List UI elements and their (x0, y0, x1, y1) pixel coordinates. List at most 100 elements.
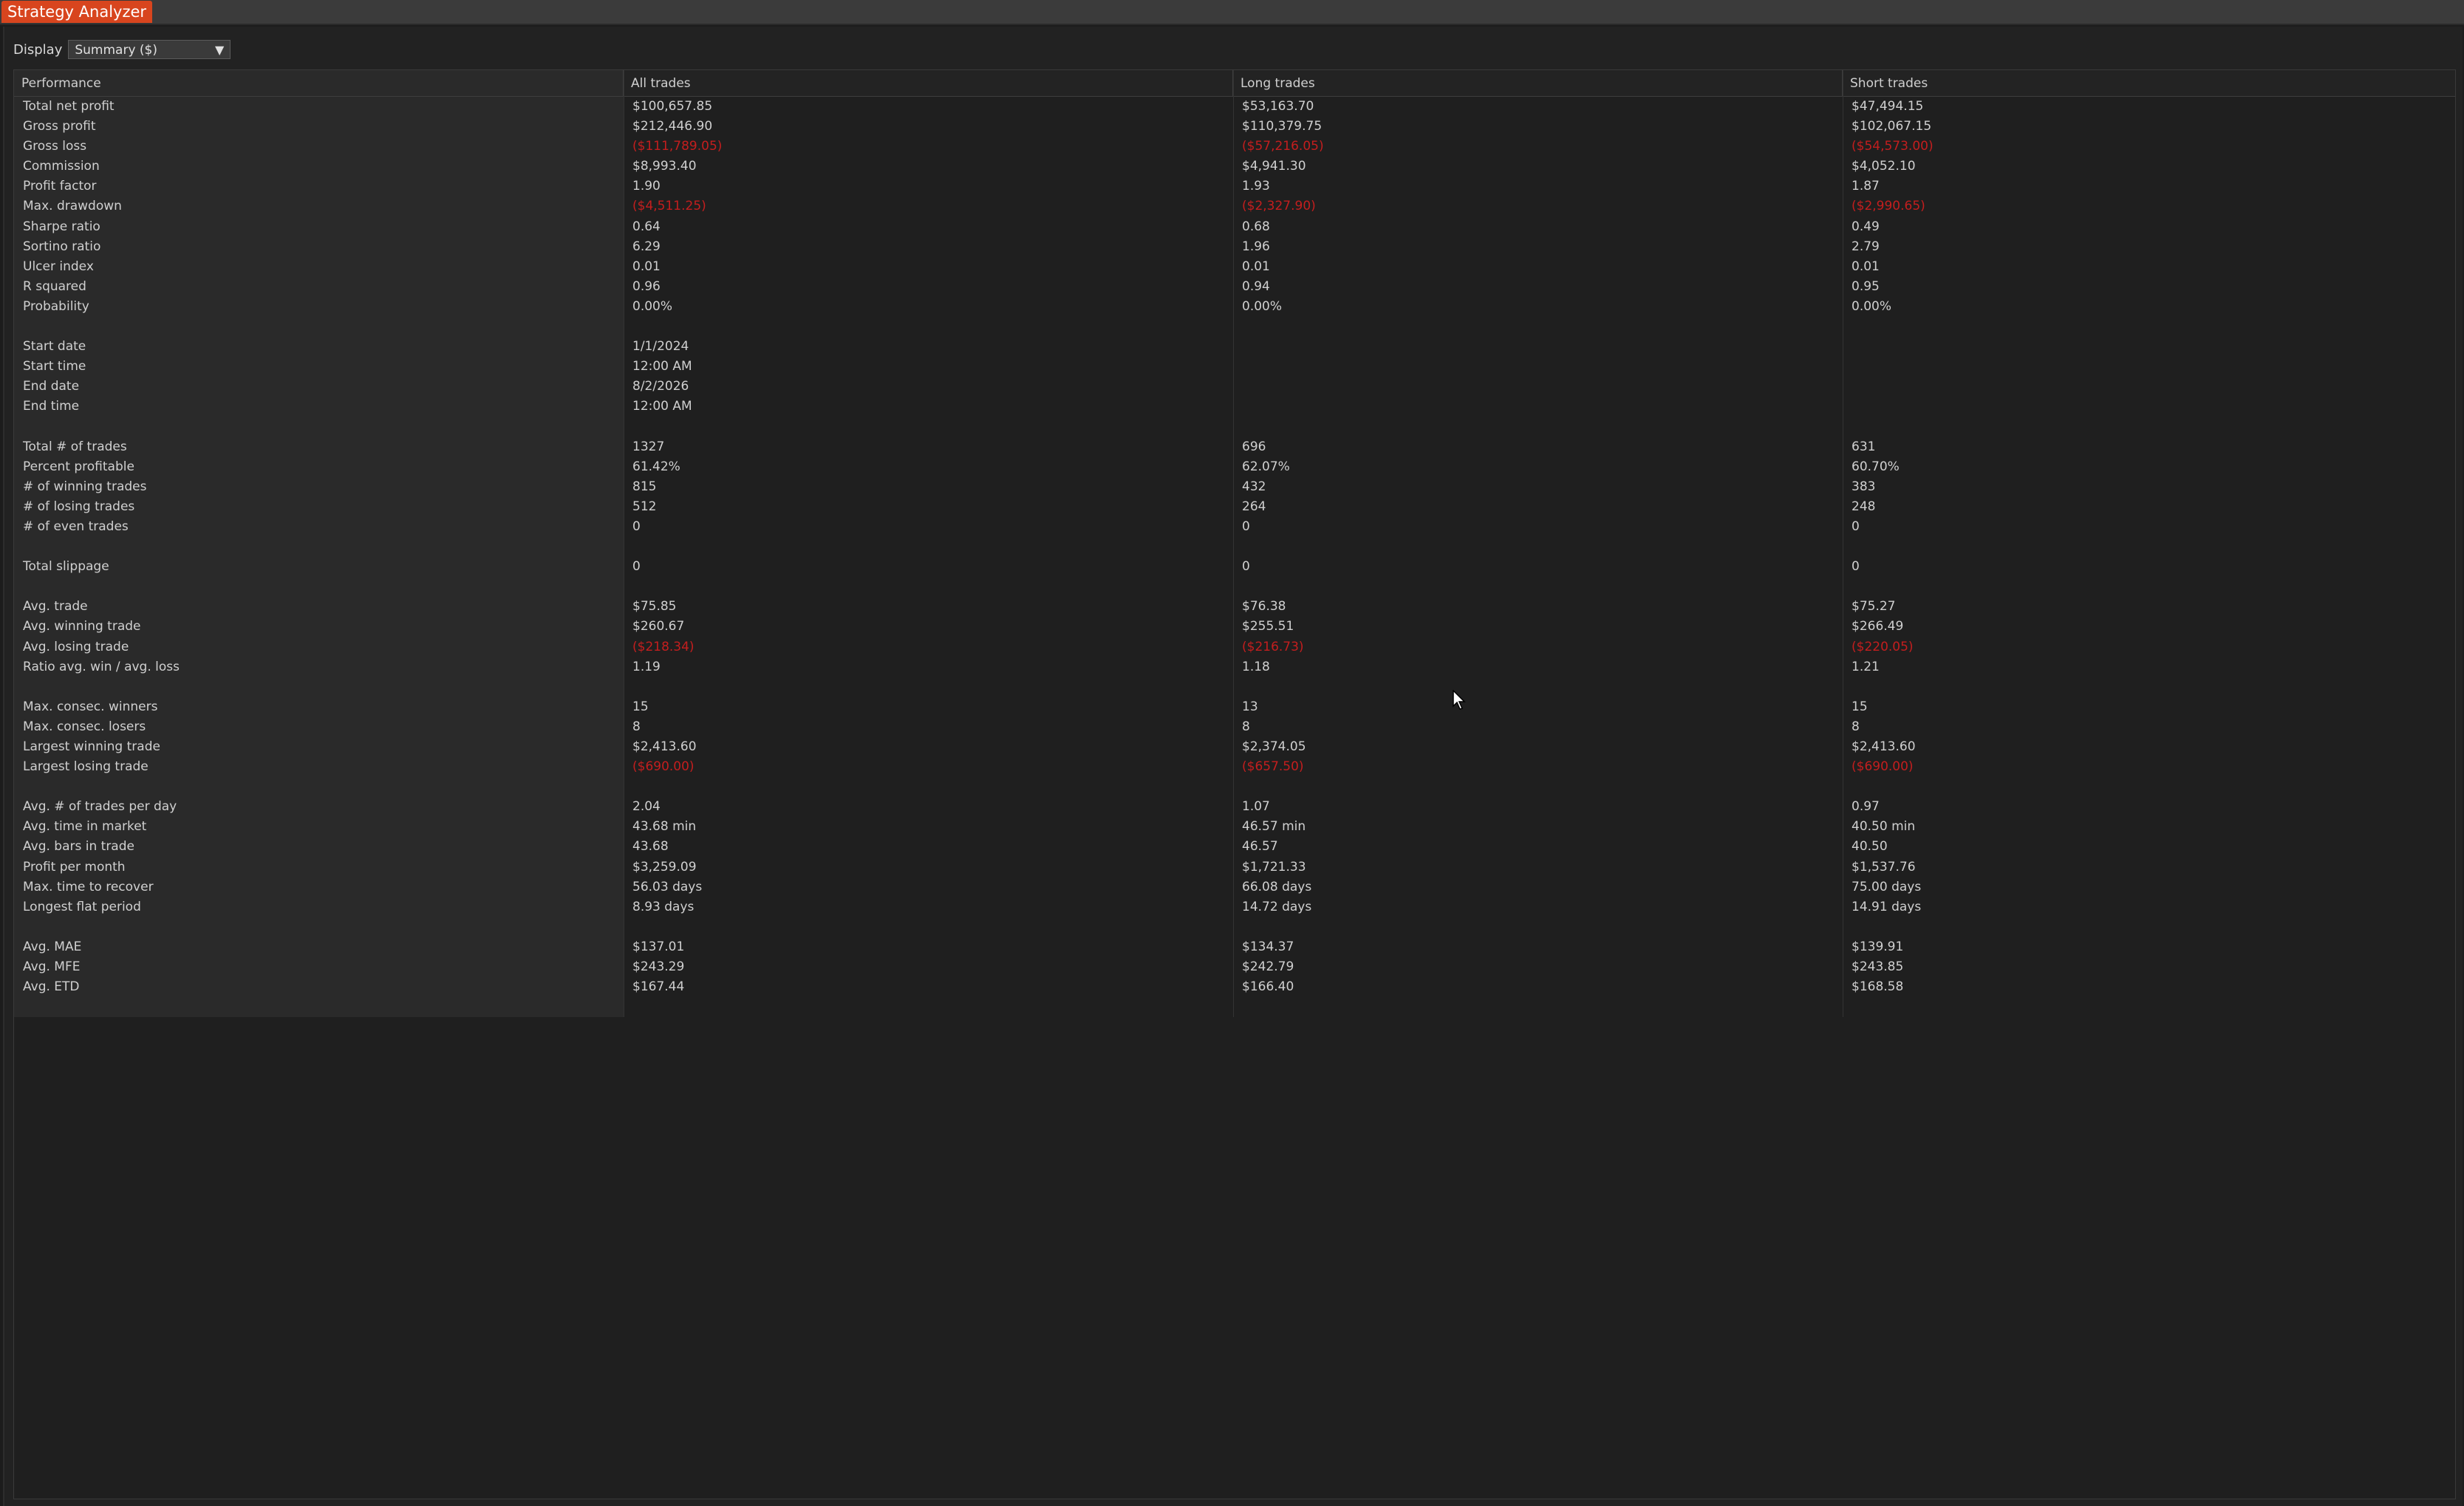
long-trades-value: 0.01 (1242, 259, 1270, 274)
long-trades-value: 432 (1242, 479, 1266, 494)
all-trades-value: $167.44 (632, 979, 685, 995)
performance-grid: Performance All trades Long trades Short… (13, 69, 2456, 1499)
all-trades-value: $212,446.90 (632, 119, 713, 134)
all-trades-value: ($690.00) (632, 759, 695, 775)
metric-label: Gross loss (23, 139, 87, 154)
short-trades-value (1843, 317, 2455, 337)
long-trades-value: 0.68 (1242, 219, 1270, 234)
table-row: Percent profitable 61.42% 62.07% 60.70% (14, 457, 2455, 477)
long-trades-value: 66.08 days (1242, 879, 1312, 894)
table-row: Avg. # of trades per day 2.04 1.07 0.97 (14, 797, 2455, 817)
column-header-performance[interactable]: Performance (14, 70, 624, 96)
short-trades-value: $2,413.60 (1852, 739, 1916, 754)
metric-label: Avg. bars in trade (23, 839, 134, 855)
long-trades-value: $110,379.75 (1242, 119, 1323, 134)
long-trades-value: 13 (1242, 699, 1258, 714)
short-trades-value: 1.21 (1852, 659, 1880, 674)
long-trades-value (1233, 357, 1843, 377)
all-trades-value: 1327 (632, 439, 665, 454)
all-trades-value: ($111,789.05) (632, 139, 723, 154)
table-row: Profit factor 1.90 1.93 1.87 (14, 177, 2455, 196)
short-trades-value (1843, 577, 2455, 597)
metric-label: Longest flat period (23, 899, 141, 914)
all-trades-value: 1.90 (632, 179, 661, 194)
table-row: Start time 12:00 AM (14, 357, 2455, 377)
all-trades-value (624, 677, 1233, 697)
short-trades-value: ($2,990.65) (1852, 199, 1925, 214)
all-trades-value: 12:00 AM (632, 399, 692, 414)
long-trades-value: 62.07% (1242, 459, 1290, 474)
metric-label: Sharpe ratio (23, 219, 100, 234)
short-trades-value: $1,537.76 (1852, 859, 1916, 874)
table-row: Max. time to recover 56.03 days 66.08 days… (14, 877, 2455, 897)
metric-label: Sortino ratio (23, 239, 101, 254)
table-row: Max. consec. winners 15 13 15 (14, 697, 2455, 717)
spacer-row (14, 317, 2455, 337)
table-row: Avg. MFE $243.29 $242.79 $243.85 (14, 957, 2455, 977)
all-trades-value: $3,259.09 (632, 859, 697, 874)
short-trades-value: ($690.00) (1852, 759, 1914, 775)
short-trades-value: 60.70% (1852, 459, 1900, 474)
table-row: Probability 0.00% 0.00% 0.00% (14, 297, 2455, 317)
short-trades-value: 15 (1852, 699, 1868, 714)
all-trades-value: 0.96 (632, 278, 661, 294)
short-trades-value (1843, 397, 2455, 417)
table-row: # of winning trades 815 432 383 (14, 477, 2455, 497)
metric-label: Avg. MFE (23, 959, 81, 975)
column-header-long-trades[interactable]: Long trades (1233, 70, 1843, 96)
short-trades-value (1843, 337, 2455, 357)
all-trades-value: $243.29 (632, 959, 685, 975)
all-trades-value: 1/1/2024 (632, 339, 689, 355)
metric-label (14, 537, 624, 557)
short-trades-value: 75.00 days (1852, 879, 1922, 894)
long-trades-value: 696 (1242, 439, 1266, 454)
metric-label: Profit factor (23, 179, 97, 194)
long-trades-value: 46.57 min (1242, 819, 1306, 835)
all-trades-value (624, 417, 1233, 437)
chevron-down-icon: ▼ (215, 43, 225, 57)
table-row: Total slippage 0 0 0 (14, 557, 2455, 577)
metric-label (14, 777, 624, 797)
column-header-short-trades[interactable]: Short trades (1843, 70, 2455, 96)
metric-label: Avg. MAE (23, 939, 82, 954)
short-trades-value: 631 (1852, 439, 1876, 454)
metric-label: Probability (23, 298, 89, 314)
metric-label: Avg. time in market (23, 819, 147, 835)
all-trades-value: $100,657.85 (632, 99, 713, 114)
table-row: Total # of trades 1327 696 631 (14, 437, 2455, 457)
metric-label: Total net profit (23, 99, 115, 114)
window-title-tab[interactable]: Strategy Analyzer (1, 1, 153, 23)
mouse-cursor-icon (1453, 690, 1466, 710)
strategy-analyzer-window: Strategy Analyzer Display Summary ($) ▼ … (0, 0, 2464, 1506)
all-trades-value: $137.01 (632, 939, 685, 954)
long-trades-value (1233, 677, 1843, 697)
spacer-row (14, 777, 2455, 797)
short-trades-value (1843, 917, 2455, 937)
long-trades-value: ($2,327.90) (1242, 199, 1316, 214)
long-trades-value: $255.51 (1242, 619, 1294, 634)
metric-label: End time (23, 399, 80, 414)
table-row: Sortino ratio 6.29 1.96 2.79 (14, 237, 2455, 257)
table-row: Avg. ETD $167.44 $166.40 $168.58 (14, 977, 2455, 997)
long-trades-value: $242.79 (1242, 959, 1294, 975)
short-trades-value: $139.91 (1852, 939, 1904, 954)
long-trades-value: 0 (1242, 518, 1250, 534)
short-trades-value (1843, 377, 2455, 397)
all-trades-value: 15 (632, 699, 649, 714)
column-header-all-trades[interactable]: All trades (624, 70, 1233, 96)
metric-label (14, 917, 624, 937)
table-row: Largest winning trade $2,413.60 $2,374.05 $… (14, 737, 2455, 757)
table-row: Max. drawdown ($4,511.25) ($2,327.90) ($2,9… (14, 196, 2455, 216)
short-trades-value: 0.95 (1852, 278, 1880, 294)
long-trades-value: 264 (1242, 499, 1266, 514)
short-trades-value: 40.50 min (1852, 819, 1916, 835)
long-trades-value (1233, 397, 1843, 417)
display-label: Display (13, 41, 63, 58)
metric-label: Total slippage (23, 559, 109, 575)
all-trades-value: 8 (632, 719, 641, 734)
all-trades-value: 0.01 (632, 259, 661, 274)
display-select[interactable]: Summary ($) ▼ (68, 40, 231, 59)
metric-label: Total # of trades (23, 439, 127, 454)
spacer-row (14, 677, 2455, 697)
table-row: Total net profit $100,657.85 $53,163.70 $47… (14, 97, 2455, 117)
